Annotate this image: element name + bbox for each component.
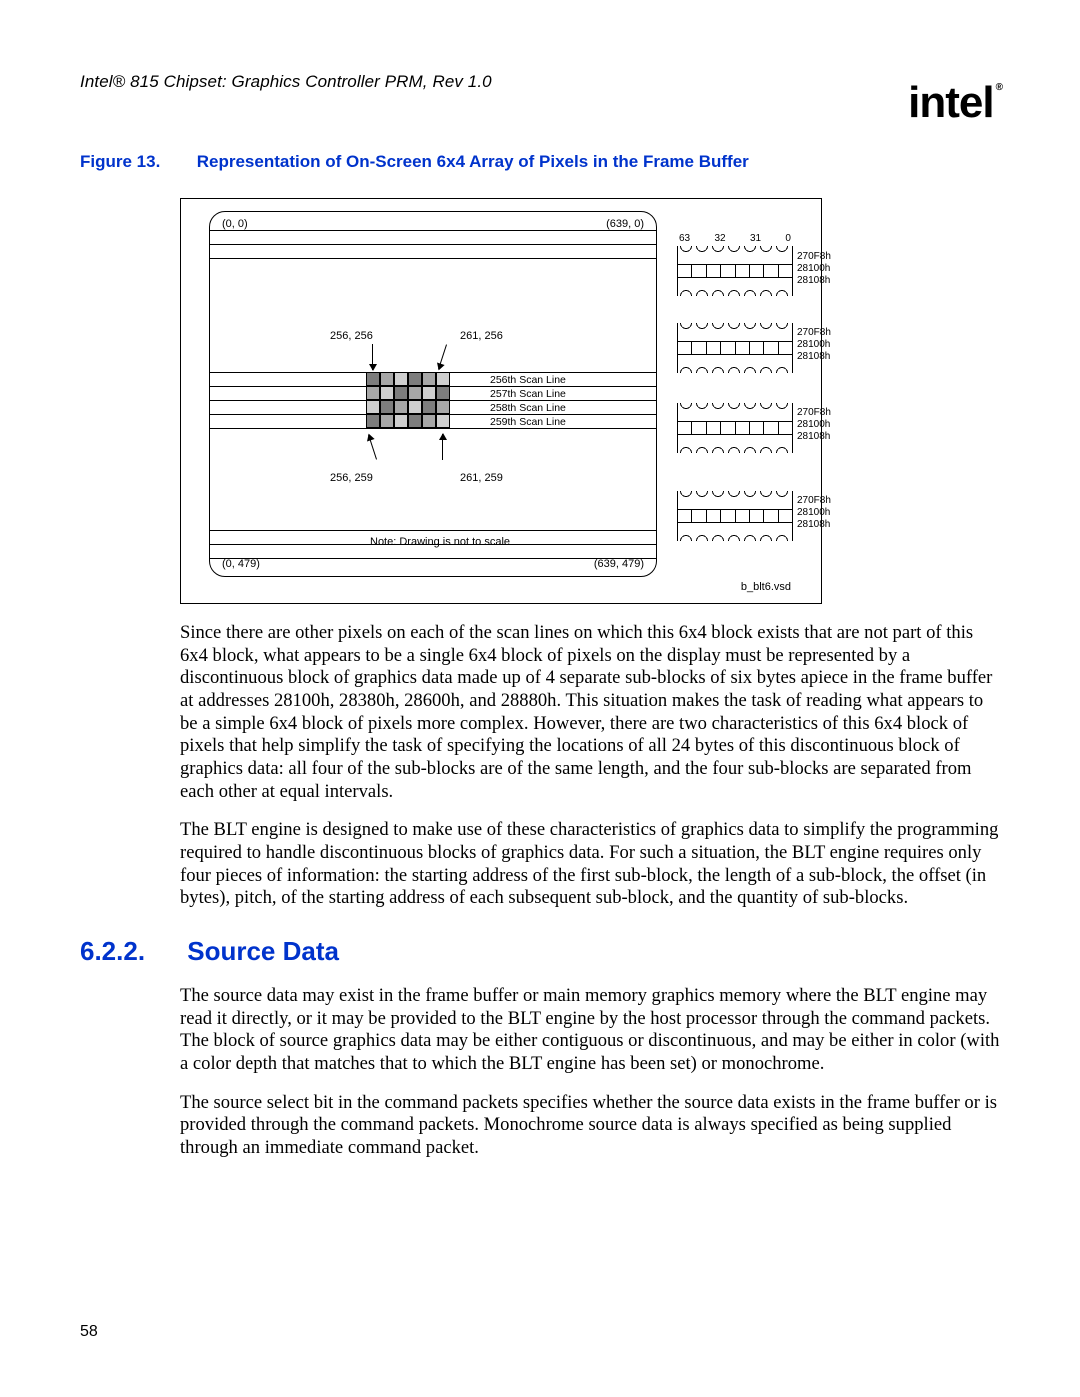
figure-note: Note: Drawing is not to scale <box>370 536 510 548</box>
screen-rect: 256th Scan Line 257th Scan Line 258th Sc… <box>209 211 657 577</box>
addr-label: 28108h <box>797 275 831 287</box>
addr-label: 28100h <box>797 419 831 431</box>
coord-label: 256, 256 <box>330 330 373 342</box>
figure-caption: Figure 13. Representation of On-Screen 6… <box>80 152 1000 172</box>
section-number: 6.2.2. <box>80 936 180 967</box>
body-paragraph: The source data may exist in the frame b… <box>180 985 1000 1076</box>
running-header: Intel® 815 Chipset: Graphics Controller … <box>80 72 1000 92</box>
addr-label: 28100h <box>797 339 831 351</box>
addr-label: 28108h <box>797 351 831 363</box>
scanline-label: 258th Scan Line <box>490 402 566 414</box>
registered-icon: ® <box>996 82 1002 93</box>
bit-label: 0 <box>785 233 791 244</box>
coord-label: (0, 0) <box>222 218 248 230</box>
body-paragraph: The BLT engine is designed to make use o… <box>180 819 1000 910</box>
memory-diagram: 270F8h 28100h 28108h <box>677 491 793 541</box>
coord-label: (639, 479) <box>594 558 644 570</box>
section-heading: 6.2.2. Source Data <box>80 936 1000 967</box>
bit-label: 31 <box>750 233 761 244</box>
coord-label: (639, 0) <box>606 218 644 230</box>
addr-label: 28108h <box>797 431 831 443</box>
intel-logo-text: intel <box>908 78 993 127</box>
pixel-block <box>366 372 450 428</box>
addr-label: 28108h <box>797 519 831 531</box>
figure-label: Figure 13. <box>80 152 192 172</box>
body-paragraph: Since there are other pixels on each of … <box>180 622 1000 803</box>
memory-diagram: 270F8h 28100h 28108h <box>677 403 793 453</box>
body-paragraph: The source select bit in the command pac… <box>180 1092 1000 1160</box>
scanline-label: 257th Scan Line <box>490 388 566 400</box>
page-number: 58 <box>80 1323 98 1341</box>
scanline-label: 259th Scan Line <box>490 416 566 428</box>
addr-label: 270F8h <box>797 407 831 419</box>
addr-label: 28100h <box>797 263 831 275</box>
bit-label: 63 <box>679 233 690 244</box>
coord-label: 261, 259 <box>460 472 503 484</box>
addr-label: 28100h <box>797 507 831 519</box>
coord-label: 256, 259 <box>330 472 373 484</box>
coord-label: (0, 479) <box>222 558 260 570</box>
figure-title: Representation of On-Screen 6x4 Array of… <box>197 152 749 171</box>
figure-filename: b_blt6.vsd <box>741 581 791 593</box>
memory-diagram: 270F8h 28100h 28108h <box>677 323 793 373</box>
memory-diagram: 63 32 31 0 270F8h 28100h 28108h <box>677 233 793 296</box>
intel-logo: intel® <box>908 78 1000 128</box>
bit-label: 32 <box>714 233 725 244</box>
scanline-label: 256th Scan Line <box>490 374 566 386</box>
coord-label: 261, 256 <box>460 330 503 342</box>
addr-label: 270F8h <box>797 495 831 507</box>
addr-label: 270F8h <box>797 327 831 339</box>
figure-13: 256th Scan Line 257th Scan Line 258th Sc… <box>180 198 822 604</box>
section-title: Source Data <box>187 936 339 966</box>
addr-label: 270F8h <box>797 251 831 263</box>
